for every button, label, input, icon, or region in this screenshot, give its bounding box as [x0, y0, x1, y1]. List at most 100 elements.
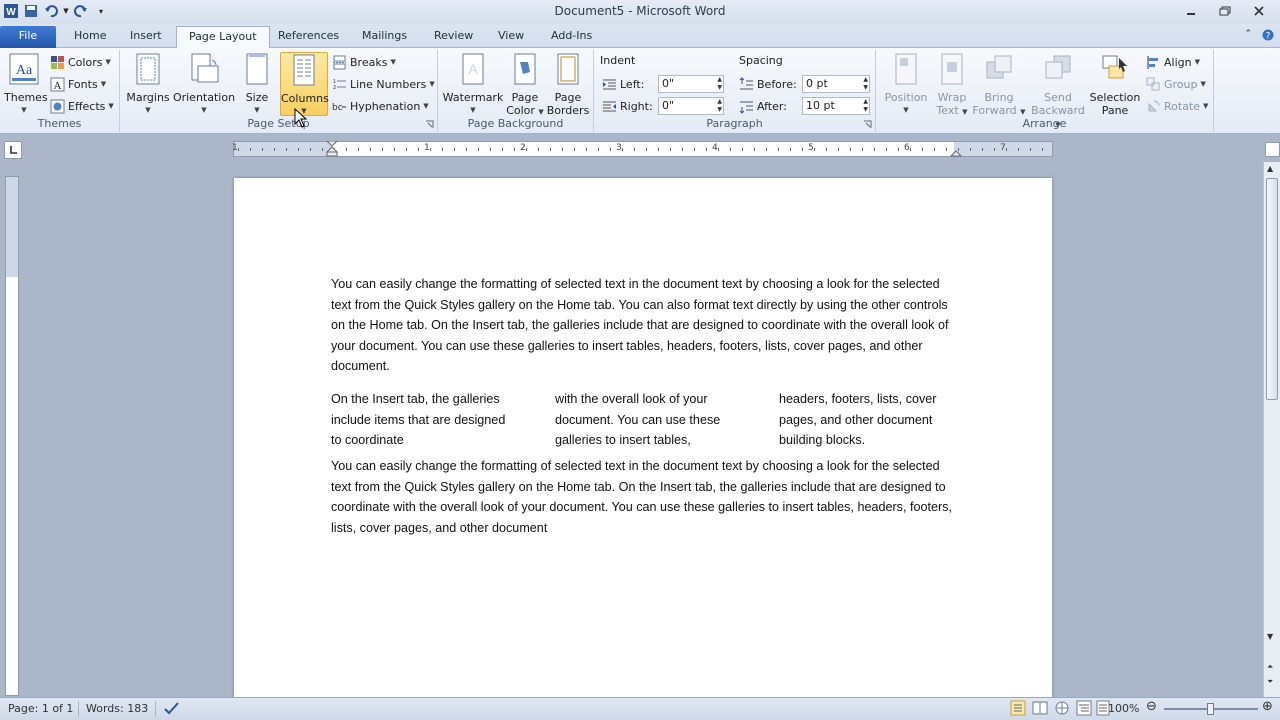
column-2[interactable]: with the overall look of your document. … [555, 389, 735, 451]
selection-pane-icon [1102, 55, 1127, 79]
zoom-in-icon[interactable]: ⊕ [1262, 699, 1273, 714]
selection-pane-button[interactable]: Selection Pane [1088, 52, 1142, 117]
line-numbers-button[interactable]: 12 Line Numbers ▼ [332, 74, 435, 94]
ruler-tick [250, 148, 251, 151]
collapse-ribbon-icon[interactable]: ⌃ [1244, 29, 1252, 44]
columns-button[interactable]: Columns ▼ [280, 52, 329, 116]
tab-home[interactable]: Home [62, 26, 118, 48]
align-caret-icon: ▼ [1194, 58, 1200, 66]
hyphenation-button[interactable]: bc Hyphenation ▼ [332, 96, 429, 116]
zoom-out-icon[interactable]: ⊖ [1146, 699, 1157, 714]
tab-view[interactable]: View [486, 26, 536, 48]
zoom-slider-thumb[interactable] [1207, 703, 1214, 715]
breaks-button[interactable]: Breaks ▼ [332, 52, 396, 72]
indent-right-icon [603, 101, 616, 111]
margins-caret-icon: ▼ [145, 106, 151, 114]
wrap-text-button[interactable]: Wrap Text ▼ [932, 52, 972, 119]
tab-selector[interactable] [4, 141, 22, 159]
ruler-tick [670, 148, 671, 151]
spacing-before-label: Before: [739, 74, 797, 94]
full-screen-reading-icon[interactable] [1032, 700, 1048, 719]
orientation-button[interactable]: Orientation ▼ [172, 52, 236, 117]
tab-review[interactable]: Review [422, 26, 485, 48]
help-icon[interactable]: ? [1262, 29, 1274, 44]
scroll-thumb[interactable] [1266, 178, 1278, 400]
tab-references[interactable]: References [266, 26, 351, 48]
page-color-button[interactable]: Page Color ▼ [506, 52, 544, 119]
proofing-icon[interactable] [163, 700, 181, 719]
zoom-level[interactable]: 100% [1108, 702, 1139, 715]
ruler-tick [934, 148, 935, 151]
ruler-tick [766, 148, 767, 151]
maximize-icon[interactable] [1208, 2, 1242, 20]
margins-button[interactable]: Margins ▼ [124, 52, 172, 117]
size-button[interactable]: Size ▼ [238, 52, 276, 117]
right-indent-marker-icon[interactable] [950, 147, 962, 157]
spacing-after-spinner-icon[interactable]: ▲ ▼ [863, 98, 868, 114]
close-icon[interactable] [1242, 2, 1276, 20]
fonts-button[interactable]: A Fonts ▼ [50, 74, 106, 94]
ruler-tick [274, 148, 275, 151]
orientation-icon [191, 53, 219, 83]
scroll-up-icon[interactable]: ▲ [1267, 164, 1273, 173]
wrap-text-caret-icon: ▼ [962, 108, 968, 116]
paragraph-2[interactable]: You can easily change the formatting of … [331, 456, 956, 538]
ruler-tick [526, 148, 527, 151]
word-count[interactable]: Words: 183 [86, 702, 148, 715]
rotate-icon [1148, 100, 1160, 111]
spacing-heading: Spacing [739, 53, 783, 67]
indent-left-field[interactable]: 0" ▲ ▼ [658, 75, 724, 93]
indent-left-spinner-icon[interactable]: ▲ ▼ [717, 76, 722, 92]
web-layout-icon[interactable] [1054, 700, 1070, 719]
vertical-ruler[interactable] [5, 176, 19, 696]
horizontal-ruler[interactable]: 1 1 2 3 4 5 6 7 [232, 141, 1053, 158]
minimize-icon[interactable] [1174, 2, 1208, 20]
page-borders-button[interactable]: Page Borders [546, 52, 590, 117]
position-button[interactable]: Position ▼ [880, 52, 932, 117]
outline-view-icon[interactable] [1076, 700, 1092, 719]
help-area: ⌃ ? [1244, 29, 1274, 44]
spacing-after-field[interactable]: 10 pt ▲ ▼ [802, 97, 870, 115]
ruler-tick [718, 148, 719, 151]
tab-add-ins[interactable]: Add-Ins [539, 26, 604, 48]
next-page-icon[interactable]: ⏷ [1267, 677, 1273, 687]
indent-right-field[interactable]: 0" ▲ ▼ [658, 97, 724, 115]
scroll-down-icon[interactable]: ▼ [1267, 632, 1273, 641]
tab-file[interactable]: File [0, 26, 56, 48]
bring-forward-button[interactable]: Bring Forward ▼ [972, 52, 1026, 119]
spacing-before-field[interactable]: 0 pt ▲ ▼ [802, 75, 870, 93]
column-1[interactable]: On the Insert tab, the galleries include… [331, 389, 511, 451]
ruler-tick [442, 148, 443, 151]
previous-page-icon[interactable]: ⏶ [1267, 662, 1273, 672]
align-button[interactable]: Align ▼ [1146, 52, 1200, 72]
spacing-before-spinner-icon[interactable]: ▲ ▼ [863, 76, 868, 92]
ruler-toggle-icon[interactable] [1265, 142, 1280, 157]
ruler-tick [430, 148, 431, 151]
indent-marker-icon[interactable] [326, 141, 338, 158]
vertical-scrollbar[interactable]: ▲ ▼ ⏶ ⏷ [1263, 142, 1280, 697]
print-layout-view-icon[interactable] [1010, 700, 1026, 719]
themes-button[interactable]: Aa Themes ▼ [4, 52, 48, 117]
watermark-button[interactable]: A Watermark ▼ [442, 52, 504, 117]
tab-insert[interactable]: Insert [118, 26, 174, 48]
svg-text:?: ? [1266, 32, 1271, 42]
ruler-tick [286, 148, 287, 151]
paragraph-launcher-icon[interactable] [863, 120, 872, 129]
indent-right-spinner-icon[interactable]: ▲ ▼ [717, 98, 722, 114]
colors-button[interactable]: Colors ▼ [50, 52, 111, 72]
ruler-tick [970, 148, 971, 151]
tab-mailings[interactable]: Mailings [350, 26, 419, 48]
group-button[interactable]: Group ▼ [1146, 74, 1206, 94]
page-setup-launcher-icon[interactable] [425, 120, 434, 129]
fonts-caret-icon: ▼ [100, 80, 107, 88]
tab-page-layout[interactable]: Page Layout [176, 26, 270, 49]
column-3[interactable]: headers, footers, lists, cover pages, an… [779, 389, 959, 451]
ruler-tick [874, 148, 875, 151]
paragraph-1[interactable]: You can easily change the formatting of … [331, 274, 956, 377]
zoom-slider[interactable] [1164, 703, 1258, 715]
effects-button[interactable]: Effects ▼ [50, 96, 114, 116]
rotate-button[interactable]: Rotate ▼ [1146, 96, 1208, 116]
document-page[interactable]: You can easily change the formatting of … [234, 178, 1052, 708]
page-count[interactable]: Page: 1 of 1 [8, 702, 73, 715]
hyphenation-icon: bc [332, 103, 346, 113]
